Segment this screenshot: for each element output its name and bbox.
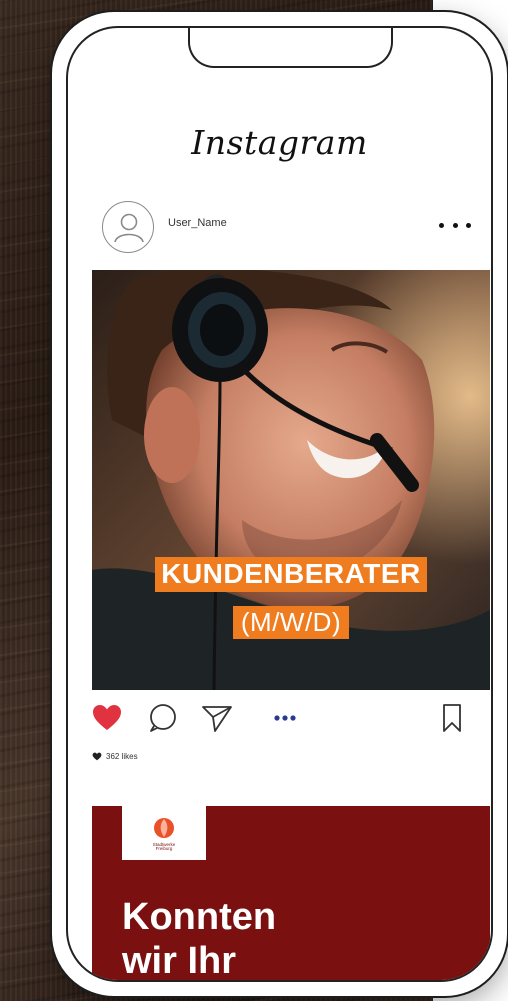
phone-screen: Instagram User_Name KUNDENBERATER (M/W/D… xyxy=(66,26,493,982)
likes-count[interactable]: 362 likes xyxy=(106,752,138,761)
heart-icon[interactable] xyxy=(90,701,124,735)
dot xyxy=(452,222,458,228)
promo-headline: Konnten wir Ihr xyxy=(122,896,277,982)
likes-row: 362 likes xyxy=(92,752,138,761)
phone-notch xyxy=(188,28,393,68)
app-title: Instagram xyxy=(191,123,368,162)
post-username[interactable]: User_Name xyxy=(168,217,227,229)
bookmark-icon[interactable] xyxy=(435,701,469,735)
job-subtitle: (M/W/D) xyxy=(232,606,350,639)
post-actions xyxy=(90,701,469,737)
user-icon xyxy=(114,213,144,243)
send-icon[interactable] xyxy=(200,701,234,735)
phone-frame: Instagram User_Name KUNDENBERATER (M/W/D… xyxy=(52,12,507,996)
desk-background: Instagram User_Name KUNDENBERATER (M/W/D… xyxy=(0,0,508,1001)
heart-icon xyxy=(92,752,102,761)
post-header: User_Name xyxy=(102,201,473,257)
job-subtitle-container: (M/W/D) xyxy=(92,606,490,639)
brand-logo-text: Stadtwerke Freiburg xyxy=(152,841,176,851)
more-dots-icon[interactable] xyxy=(439,218,471,232)
dot xyxy=(439,222,444,228)
flame-logo-icon xyxy=(154,817,174,838)
dot xyxy=(466,222,471,228)
brand-logo: Stadtwerke Freiburg xyxy=(122,806,206,860)
avatar[interactable] xyxy=(102,201,154,253)
post-image[interactable]: KUNDENBERATER (M/W/D) xyxy=(92,270,490,690)
job-title: KUNDENBERATER xyxy=(155,557,427,592)
more-dots-icon[interactable] xyxy=(268,701,302,735)
comment-icon[interactable] xyxy=(146,701,180,735)
job-title-container: KUNDENBERATER xyxy=(92,557,490,592)
next-post-preview[interactable]: Stadtwerke Freiburg Konnten wir Ihr xyxy=(92,806,490,982)
